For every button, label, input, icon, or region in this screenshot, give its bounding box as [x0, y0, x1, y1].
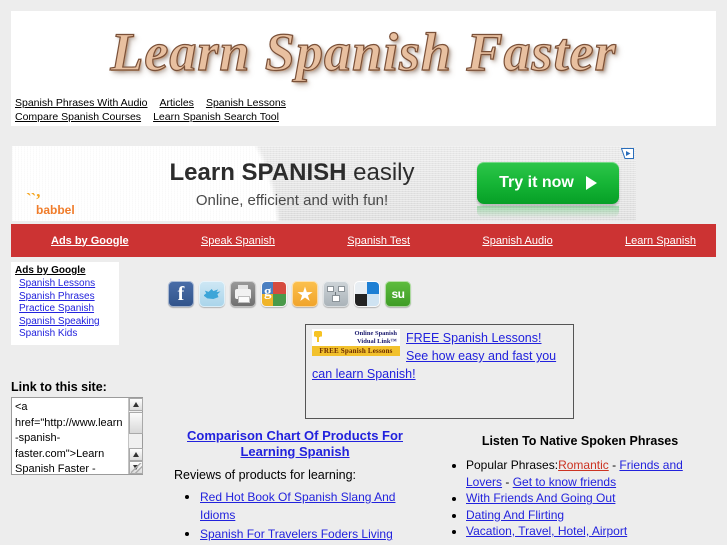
list-item: With Friends And Going Out [466, 490, 720, 507]
popular-phrases-prefix: Popular Phrases: [466, 458, 559, 472]
nav-link-compare-spanish-courses[interactable]: Compare Spanish Courses [15, 111, 141, 123]
windows-live-glyph [354, 281, 380, 307]
reviews-intro-text: Reviews of products for learning: [174, 468, 357, 482]
try-it-now-button[interactable]: Try it now [477, 162, 619, 204]
print-icon[interactable] [230, 281, 256, 307]
facebook-icon[interactable]: f [168, 281, 194, 307]
adsense-bar: Ads by Google Speak Spanish Spanish Test… [11, 224, 716, 257]
promo-logo-line1: Online Spanish Vidual Link™ [312, 329, 400, 346]
sidebar-ads-box: Ads by Google Spanish Lessons Spanish Ph… [11, 262, 119, 345]
ad-link-spanish-test[interactable]: Spanish Test [347, 235, 410, 247]
nav-link-articles[interactable]: Articles [160, 97, 194, 109]
site-logo-text: Learn Spanish Faster [110, 22, 617, 82]
sidebar-ad-link-spanish-phrases[interactable]: Spanish Phrases [15, 291, 115, 304]
comparison-chart-heading-link[interactable]: Comparison Chart Of Products For Learnin… [168, 428, 422, 460]
resize-grip-icon[interactable] [131, 463, 142, 474]
google-plus-letter: g [264, 284, 272, 300]
banner-ad-headline-light: easily [346, 159, 415, 186]
phrase-separator-1: - [608, 458, 620, 472]
list-item: Vacation, Travel, Hotel, Airport [466, 523, 720, 540]
adchoices-icon[interactable] [621, 148, 634, 159]
phrase-separator-2: - [502, 474, 513, 489]
link-to-site-label: Link to this site: [11, 380, 107, 394]
social-share-bar: f g ★ su [168, 281, 411, 307]
list-item: Red Hot Book Of Spanish Slang And Idioms [200, 488, 422, 524]
list-item: Popular Phrases:Romantic - Friends and L… [466, 457, 720, 490]
product-review-list: Red Hot Book Of Spanish Slang And Idioms… [168, 488, 422, 543]
list-item: Dating And Flirting [466, 507, 720, 524]
scroll-up-icon[interactable] [129, 398, 143, 411]
nav-link-learn-spanish-search-tool[interactable]: Learn Spanish Search Tool [153, 111, 279, 123]
primary-nav-row-1: Spanish Phrases With Audio Articles Spanis… [15, 97, 286, 109]
sidebar-ad-link-practice-spanish[interactable]: Practice Spanish [15, 303, 115, 316]
share-network-icon[interactable] [323, 281, 349, 307]
site-logo: Learn Spanish Faster [11, 11, 716, 93]
printer-glyph [235, 285, 251, 303]
phrases-list: Popular Phrases:Romantic - Friends and L… [440, 457, 720, 540]
phrase-link-romantic[interactable]: Romantic [558, 458, 609, 472]
phrase-link-get-to-know-friends[interactable]: Get to know friends [513, 475, 616, 489]
link-to-site-widget: Link to this site: [11, 380, 143, 475]
list-item: Spanish For Travelers Foders Living [200, 525, 422, 543]
twitter-bird-glyph [203, 289, 221, 299]
play-arrow-icon [585, 176, 597, 190]
primary-nav-row-2: Compare Spanish Courses Learn Spanish Sea… [15, 111, 279, 123]
banner-ad-headline-bold: Learn SPANISH [169, 159, 347, 186]
page-root: Learn Spanish Faster Spanish Phrases Wit… [0, 0, 727, 545]
ad-link-spanish-audio[interactable]: Spanish Audio [482, 235, 552, 247]
listen-phrases-heading: Listen To Native Spoken Phrases [481, 434, 679, 448]
ads-by-google-link[interactable]: Ads by Google [51, 235, 129, 247]
nav-link-spanish-phrases-with-audio[interactable]: Spanish Phrases With Audio [15, 97, 148, 109]
stumbleupon-label: su [391, 287, 405, 301]
phrase-link-vacation-travel-hotel-airport[interactable]: Vacation, Travel, Hotel, Airport [466, 524, 627, 538]
product-link-red-hot-book[interactable]: Red Hot Book Of Spanish Slang And Idioms [200, 490, 395, 522]
promo-ad-box[interactable]: Online Spanish Vidual Link™ FREE Spanish… [305, 324, 574, 419]
scrollbar-thumb[interactable] [129, 412, 143, 434]
promo-logo-line1-text: Online Spanish [354, 330, 397, 337]
sidebar-ad-link-spanish-lessons[interactable]: Spanish Lessons [15, 278, 115, 291]
sidebar-ad-link-spanish-speaking[interactable]: Spanish Speaking [15, 316, 115, 329]
banner-ad[interactable]: ``’ babbel Learn SPANISH easily Online, … [12, 146, 636, 221]
phrase-link-dating-and-flirting[interactable]: Dating And Flirting [466, 508, 564, 522]
share-network-glyph [327, 286, 345, 302]
product-link-spanish-for-travelers[interactable]: Spanish For Travelers Foders Living [200, 527, 393, 541]
middle-column: Comparison Chart Of Products For Learnin… [168, 428, 422, 544]
favorites-star-icon[interactable]: ★ [292, 281, 318, 307]
promo-logo-banner: FREE Spanish Lessons [312, 346, 400, 356]
link-to-site-textarea[interactable] [11, 397, 143, 475]
sidebar-ad-link-spanish-kids[interactable]: Spanish Kids [15, 328, 115, 341]
promo-logo-line2-text: Vidual Link™ [356, 337, 397, 345]
scroll-up-secondary-icon[interactable] [129, 448, 143, 461]
nav-link-spanish-lessons[interactable]: Spanish Lessons [206, 97, 286, 109]
google-plus-glyph: g [261, 281, 287, 307]
babbel-brand-name: babbel [36, 203, 75, 217]
sidebar-ads-title: Ads by Google [15, 265, 86, 276]
promo-ad-logo: Online Spanish Vidual Link™ FREE Spanish… [312, 329, 400, 356]
cta-reflection [477, 206, 619, 218]
site-header: Learn Spanish Faster Spanish Phrases Wit… [11, 11, 716, 126]
banner-ad-subheadline: Online, efficient and with fun! [195, 192, 389, 209]
banner-ad-headline: Learn SPANISH easily [112, 159, 472, 187]
adsense-bar-items: Ads by Google Speak Spanish Spanish Test… [51, 224, 696, 257]
ad-link-learn-spanish[interactable]: Learn Spanish [625, 235, 696, 247]
babbel-logo: ``’ babbel [26, 191, 75, 216]
star-glyph: ★ [297, 284, 313, 304]
stumbleupon-icon[interactable]: su [385, 281, 411, 307]
phrase-link-with-friends-and-going-out[interactable]: With Friends And Going Out [466, 491, 615, 505]
google-plus-icon[interactable]: g [261, 281, 287, 307]
ad-link-speak-spanish[interactable]: Speak Spanish [201, 235, 275, 247]
right-column: Listen To Native Spoken Phrases Popular … [440, 434, 720, 540]
try-it-now-label: Try it now [499, 174, 574, 191]
windows-live-icon[interactable] [354, 281, 380, 307]
link-to-site-textarea-wrapper [11, 397, 143, 475]
twitter-icon[interactable] [199, 281, 225, 307]
